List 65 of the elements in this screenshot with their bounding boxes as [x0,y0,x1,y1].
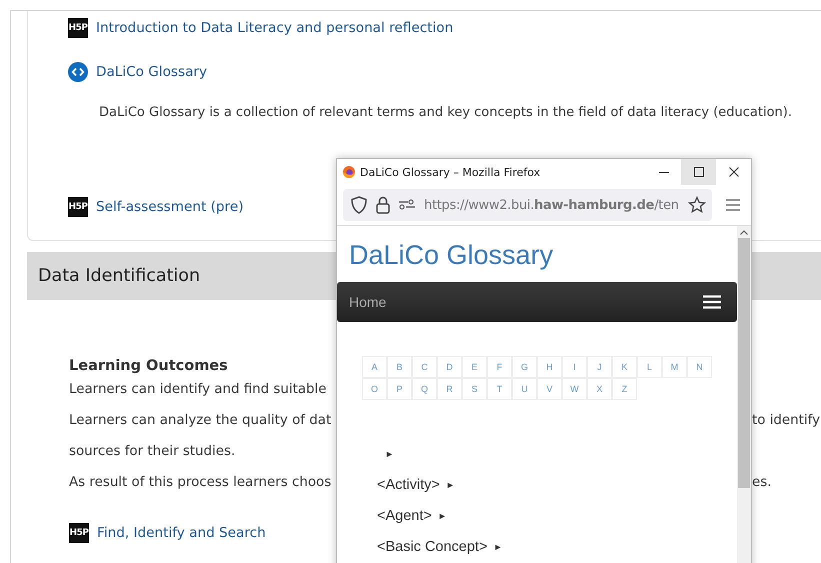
letter-link[interactable]: D [437,356,462,378]
letter-link[interactable]: A [362,356,387,378]
paragraph-text: es. [752,475,772,490]
scroll-up-icon [740,230,748,235]
paragraph-text: Learners can identify and find suitable [69,382,328,397]
paragraph-text: sources for their studies. [69,444,236,459]
letter-link[interactable]: N [687,356,712,378]
shield-icon [351,196,367,214]
tree-item[interactable]: <Basic Concept> [377,538,488,554]
letter-link[interactable]: P [387,378,412,400]
lock-icon [376,196,390,214]
h5p-logo: H5P [69,523,89,543]
letter-link[interactable]: M [662,356,687,378]
letter-link[interactable]: C [412,356,437,378]
expand-arrow[interactable]: ► [438,510,447,520]
permissions-icon [399,199,415,211]
activity-link[interactable]: DaLiCo Glossary [96,64,208,80]
h5p-logo: H5P [68,197,88,217]
letter-link[interactable]: I [562,356,587,378]
expand-arrow[interactable]: ► [446,480,455,490]
activity-description: DaLiCo Glossary is a collection of relevant terms and key concepts in the field of data literacy (education). [99,105,793,120]
menu-icon [703,295,721,309]
activity-link[interactable]: Find, Identify and Search [97,525,266,541]
letter-link[interactable]: G [512,356,537,378]
tree-item[interactable]: <Agent> [377,508,432,524]
scrollbar[interactable] [737,226,751,563]
letter-link[interactable]: S [462,378,487,400]
maximize-button[interactable] [681,159,716,185]
letter-link[interactable]: W [562,378,587,400]
letter-link[interactable]: U [512,378,537,400]
close-icon [728,167,738,177]
letter-link[interactable]: B [387,356,412,378]
address-bar[interactable]: https://www2.bui.haw-hamburg.de/ten [343,189,712,221]
letter-link[interactable]: Q [412,378,437,400]
activity-link[interactable]: Introduction to Data Literacy and personal reflection [96,20,454,36]
window-title: DaLiCo Glossary – Mozilla Firefox [360,166,540,178]
code-icon [68,62,88,82]
section-heading: Learning Outcomes [69,358,229,374]
paragraph-text: As result of this process learners choos [69,475,332,490]
paragraph-text: Learners can analyze the quality of dat [69,413,332,428]
letter-link[interactable]: K [612,356,637,378]
expand-arrow[interactable]: ► [385,448,394,458]
activity-link[interactable]: Self-assessment (pre) [96,199,244,215]
letter-link[interactable]: V [537,378,562,400]
h5p-logo: H5P [68,18,88,38]
scrollbar-thumb[interactable] [738,238,750,488]
paragraph-text: to identify [752,413,821,428]
letter-link[interactable]: X [587,378,612,400]
menu-icon [726,199,740,211]
menu-button[interactable] [701,293,723,311]
letter-link[interactable]: R [437,378,462,400]
letter-link[interactable]: L [637,356,662,378]
url-text: https://www2.bui.haw-hamburg.de/ten [424,198,679,212]
letter-link[interactable]: T [487,378,512,400]
letter-link[interactable]: O [362,378,387,400]
letter-link[interactable]: H [537,356,562,378]
letter-link[interactable]: F [487,356,512,378]
expand-arrow[interactable]: ► [493,542,502,552]
tree-item[interactable]: <Activity> [377,476,440,492]
letter-link[interactable]: J [587,356,612,378]
star-icon [688,196,706,214]
letter-link[interactable]: Z [612,378,637,400]
maximize-icon [694,167,704,177]
firefox-icon [343,166,355,178]
letter-link[interactable]: E [462,356,487,378]
